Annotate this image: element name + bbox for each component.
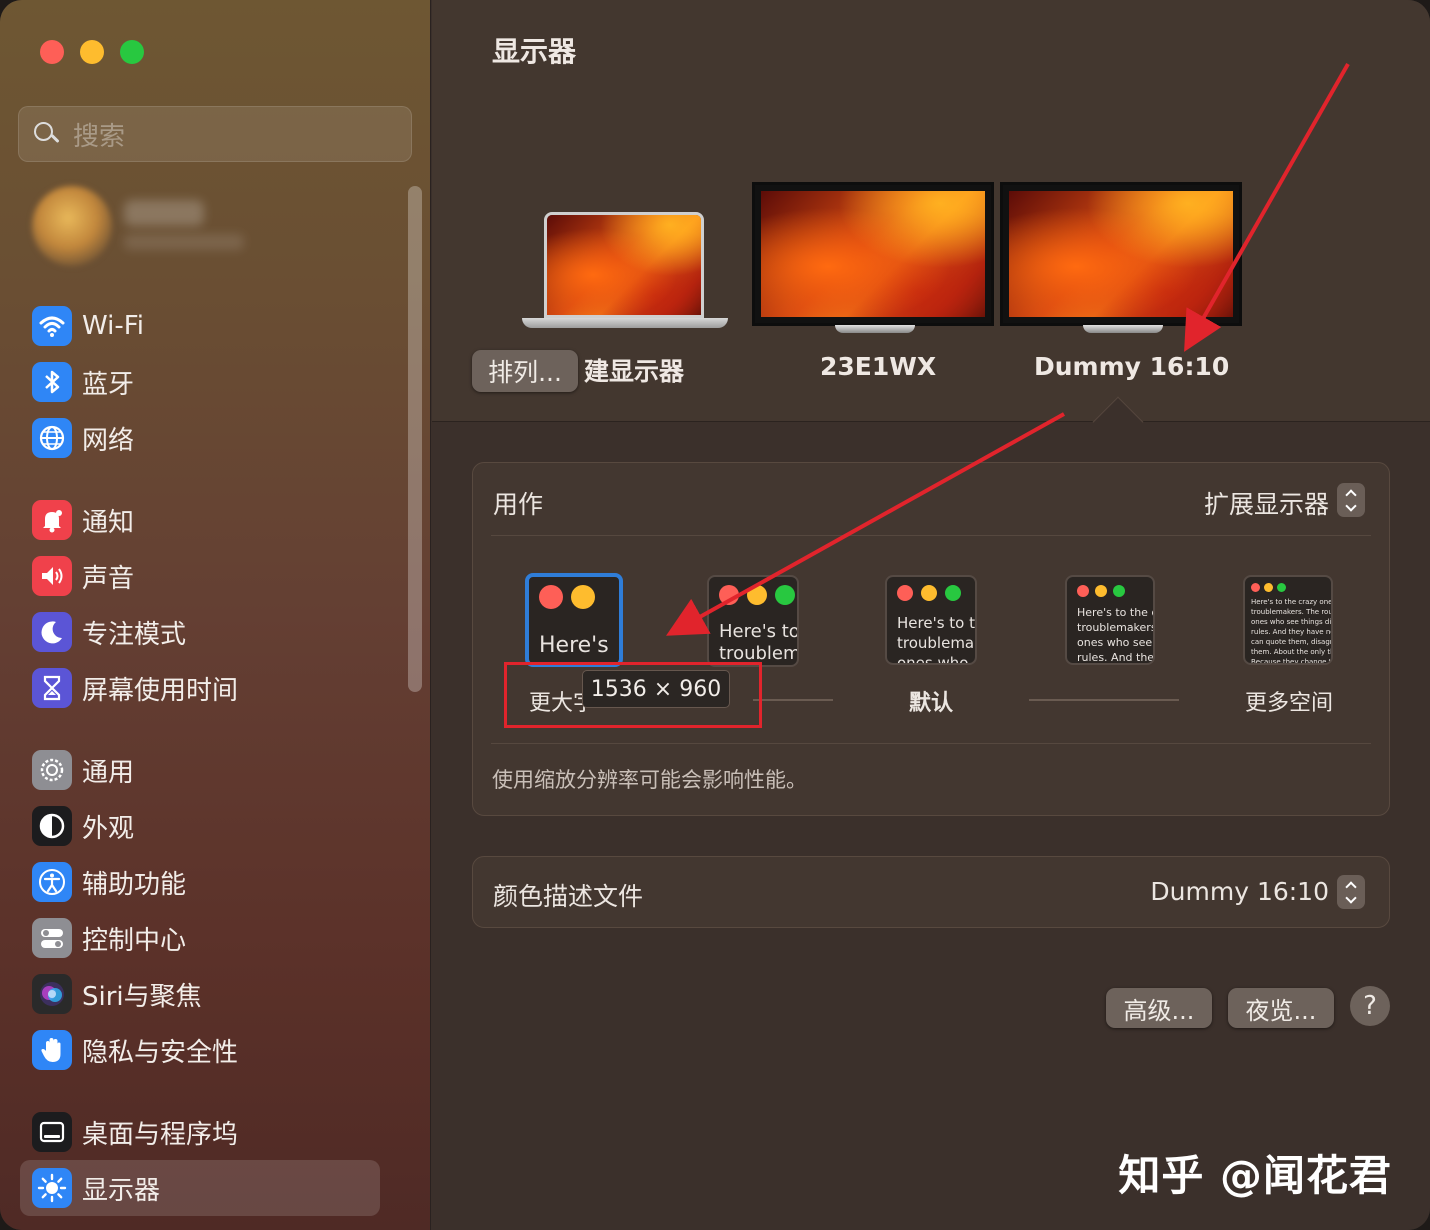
- account-name-blurred: [124, 200, 204, 226]
- resolution-slider-track: [1029, 699, 1179, 701]
- annotation-highlight-box: [504, 662, 762, 728]
- sidebar-item-label: 专注模式: [82, 619, 187, 650]
- color-profile-card: 颜色描述文件 Dummy 16:10: [472, 856, 1390, 928]
- search-field[interactable]: 搜索: [18, 106, 412, 162]
- resolution-preview-text: Here's to the cr troublemakers. ones who…: [1077, 606, 1155, 664]
- use-as-popup-chevron-icon[interactable]: [1337, 483, 1365, 517]
- arrange-button[interactable]: 排列...: [472, 350, 578, 392]
- builtin-display-thumbnail[interactable]: [522, 210, 728, 334]
- sidebar-item-label: 通用: [82, 757, 135, 788]
- apple-account-profile[interactable]: [28, 180, 388, 280]
- sidebar-item-label: 屏幕使用时间: [82, 675, 239, 706]
- display-settings-card: 用作 扩展显示器 Here's Here's to troublem Here'…: [472, 462, 1390, 816]
- divider: [491, 743, 1371, 744]
- bluetooth-icon: [32, 362, 72, 402]
- resolution-preview-text: Here's to t troublema ones who: [897, 614, 975, 665]
- sidebar-item-speaker[interactable]: 声音: [20, 548, 380, 604]
- builtin-display-label[interactable]: 建显示器: [584, 352, 684, 388]
- gear-icon: [32, 750, 72, 790]
- sidebar-item-label: 通知: [82, 507, 135, 538]
- main-pane: 显示器 排列... 建显示器 23E1WX Dummy 16:10 用作 扩展显…: [432, 0, 1430, 1230]
- night-shift-button[interactable]: 夜览...: [1228, 988, 1334, 1028]
- sidebar-item-toggles[interactable]: 控制中心: [20, 910, 380, 966]
- globe-icon: [32, 418, 72, 458]
- sidebar-item-accessibility[interactable]: 辅助功能: [20, 854, 380, 910]
- zoom-button[interactable]: [120, 40, 144, 64]
- search-placeholder: 搜索: [73, 121, 126, 152]
- watermark: 知乎 @闻花君: [1118, 1151, 1392, 1200]
- account-subtitle-blurred: [124, 234, 244, 250]
- color-profile-popup-chevron-icon[interactable]: [1337, 875, 1365, 909]
- use-as-label: 用作: [493, 490, 544, 519]
- color-profile-label: 颜色描述文件: [493, 882, 644, 911]
- hourglass-icon: [32, 668, 72, 708]
- dock-icon: [32, 1112, 72, 1152]
- sidebar-item-label: 控制中心: [82, 925, 187, 956]
- accessibility-icon: [32, 862, 72, 902]
- resolution-preview-text: Here's to the crazy one troublemakers. T…: [1251, 598, 1333, 665]
- sidebar-item-bluetooth[interactable]: 蓝牙: [20, 354, 380, 410]
- hand-icon: [32, 1030, 72, 1070]
- resolution-option-larger-text[interactable]: Here's: [525, 573, 623, 667]
- sidebar-item-wifi[interactable]: Wi-Fi: [20, 298, 380, 354]
- sidebar-item-siri[interactable]: Siri与聚焦: [20, 966, 380, 1022]
- appearance-icon: [32, 806, 72, 846]
- sidebar-item-hand[interactable]: 隐私与安全性: [20, 1022, 380, 1078]
- sidebar-item-label: 辅助功能: [82, 869, 187, 900]
- sidebar-item-sun[interactable]: 显示器: [20, 1160, 380, 1216]
- sidebar-item-label: 显示器: [82, 1175, 161, 1206]
- resolution-label-more-space: 更多空间: [1245, 691, 1334, 716]
- siri-icon: [32, 974, 72, 1014]
- sidebar-item-gear[interactable]: 通用: [20, 742, 380, 798]
- sidebar-item-label: 桌面与程序坞: [82, 1119, 239, 1150]
- resolution-option-2[interactable]: Here's to troublem: [707, 575, 799, 667]
- use-as-value[interactable]: 扩展显示器: [1204, 485, 1329, 521]
- sidebar-item-appearance[interactable]: 外观: [20, 798, 380, 854]
- displays-arrangement-area: 显示器 排列... 建显示器 23E1WX Dummy 16:10: [432, 0, 1430, 422]
- sidebar-item-globe[interactable]: 网络: [20, 410, 380, 466]
- sidebar-item-label: 声音: [82, 563, 135, 594]
- search-icon: [31, 119, 61, 149]
- sun-icon: [32, 1168, 72, 1208]
- monitor-dummy-thumbnail[interactable]: [1000, 182, 1242, 333]
- sidebar-item-label: 网络: [82, 425, 135, 456]
- advanced-button[interactable]: 高级...: [1106, 988, 1212, 1028]
- window-controls: [40, 40, 144, 64]
- avatar: [32, 186, 112, 266]
- color-profile-value[interactable]: Dummy 16:10: [1150, 877, 1329, 906]
- bell-icon: [32, 500, 72, 540]
- sidebar-item-moon[interactable]: 专注模式: [20, 604, 380, 660]
- resolution-option-more-space[interactable]: Here's to the crazy one troublemakers. T…: [1243, 575, 1333, 665]
- settings-window: 搜索 Wi-Fi 蓝牙网络通知声音专注模式屏幕使用时间 通用外观辅助功能控制中心 Si…: [0, 0, 1430, 1230]
- sidebar-item-label: Wi-Fi: [82, 311, 145, 341]
- minimize-button[interactable]: [80, 40, 104, 64]
- moon-icon: [32, 612, 72, 652]
- resolution-preview-text: Here's: [539, 633, 609, 658]
- wifi-icon: [32, 306, 72, 346]
- sidebar-item-bell[interactable]: 通知: [20, 492, 380, 548]
- divider: [491, 535, 1371, 536]
- resolution-option-4[interactable]: Here's to the cr troublemakers. ones who…: [1065, 575, 1155, 665]
- monitor-dummy-label[interactable]: Dummy 16:10: [1034, 352, 1229, 381]
- sidebar-scrollbar[interactable]: [408, 186, 422, 692]
- sidebar-item-hourglass[interactable]: 屏幕使用时间: [20, 660, 380, 716]
- resolution-label-default: 默认: [909, 691, 954, 716]
- sidebar-item-label: Siri与聚焦: [82, 981, 202, 1012]
- sidebar-item-dock[interactable]: 桌面与程序坞: [20, 1104, 380, 1160]
- resolution-preview-text: Here's to troublem: [719, 621, 799, 664]
- help-button[interactable]: ?: [1350, 986, 1390, 1026]
- close-button[interactable]: [40, 40, 64, 64]
- sidebar-item-label: 外观: [82, 813, 135, 844]
- sidebar-item-label: 隐私与安全性: [82, 1037, 239, 1068]
- scaled-resolution-note: 使用缩放分辨率可能会影响性能。: [492, 768, 807, 792]
- resolution-slider-track: [753, 699, 833, 701]
- resolution-option-default[interactable]: Here's to t troublema ones who: [885, 575, 977, 665]
- page-title: 显示器: [492, 35, 577, 68]
- speaker-icon: [32, 556, 72, 596]
- toggles-icon: [32, 918, 72, 958]
- monitor-23e1wx-label[interactable]: 23E1WX: [820, 352, 936, 381]
- sidebar: 搜索 Wi-Fi 蓝牙网络通知声音专注模式屏幕使用时间 通用外观辅助功能控制中心 Si…: [0, 0, 431, 1230]
- sidebar-item-label: 蓝牙: [82, 369, 135, 400]
- monitor-23e1wx-thumbnail[interactable]: [752, 182, 994, 333]
